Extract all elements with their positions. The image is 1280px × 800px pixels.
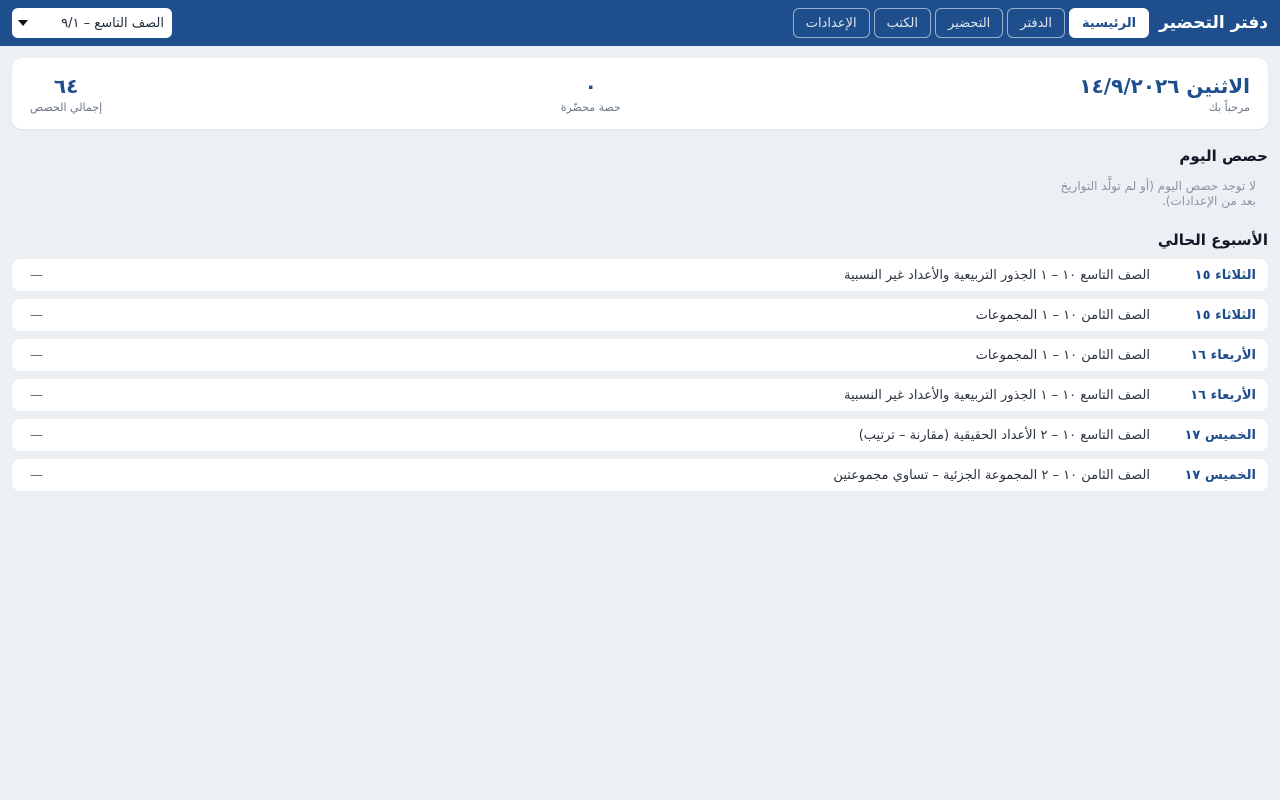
nav-books-button[interactable]: الكتب <box>873 8 932 38</box>
lesson-title: الصف الثامن ١٠ – ١ المجموعات <box>975 347 1150 363</box>
lesson-status: — <box>30 467 43 483</box>
lesson-title: الصف التاسع ١٠ – ١ الجذور التربيعية والأ… <box>843 387 1150 403</box>
greeting-text: مرحباً بك <box>1208 101 1250 114</box>
today-empty-message: لا توجد حصص اليوم (أو لم تولَّد التواريخ… <box>1060 179 1256 208</box>
lesson-title: الصف الثامن ١٠ – ١ المجموعات <box>975 307 1150 323</box>
week-list: الثلاثاء ١٥ الصف التاسع ١٠ – ١ الجذور ال… <box>12 259 1268 499</box>
list-item[interactable]: الثلاثاء ١٥ الصف الثامن ١٠ – ١ المجموعات… <box>12 299 1268 331</box>
greeting-block: الاثنين ١٤/٩/٢٠٢٦ مرحباً بك <box>1079 73 1250 114</box>
nav-settings-button[interactable]: الإعدادات <box>792 8 870 38</box>
lesson-status: — <box>30 307 43 323</box>
total-stat: ٦٤ إجمالي الحصص <box>30 73 102 114</box>
prepared-label: حصة محضّرة <box>560 101 621 114</box>
lesson-day: الخميس ١٧ <box>1184 467 1256 483</box>
total-label: إجمالي الحصص <box>30 101 103 114</box>
list-item[interactable]: الثلاثاء ١٥ الصف التاسع ١٠ – ١ الجذور ال… <box>12 259 1268 291</box>
lesson-status: — <box>30 387 43 403</box>
nav-preparation-button[interactable]: التحضير <box>935 8 1004 38</box>
lesson-day: الأربعاء ١٦ <box>1190 347 1256 363</box>
list-item[interactable]: الأربعاء ١٦ الصف التاسع ١٠ – ١ الجذور ال… <box>12 379 1268 411</box>
list-item[interactable]: الأربعاء ١٦ الصف الثامن ١٠ – ١ المجموعات… <box>12 339 1268 371</box>
lesson-title: الصف التاسع ١٠ – ١ الجذور التربيعية والأ… <box>843 267 1150 283</box>
app-title: دفتر التحضير <box>1159 13 1268 33</box>
prepared-count: ٠ <box>584 74 597 98</box>
list-item[interactable]: الخميس ١٧ الصف الثامن ١٠ – ٢ المجموعة ال… <box>12 459 1268 491</box>
nav-home-button[interactable]: الرئيسية <box>1069 8 1150 38</box>
lesson-day: الأربعاء ١٦ <box>1190 387 1256 403</box>
current-date: الاثنين ١٤/٩/٢٠٢٦ <box>1079 74 1250 98</box>
chevron-down-icon <box>18 20 28 26</box>
lesson-status: — <box>30 427 43 443</box>
class-select[interactable]: الصف التاسع – ٩/١ <box>12 8 172 38</box>
top-bar: دفتر التحضير الرئيسية الدفتر التحضير الك… <box>0 0 1280 46</box>
lesson-day: الخميس ١٧ <box>1184 427 1256 443</box>
prepared-stat: ٠ حصة محضّرة <box>561 73 621 114</box>
nav-notebook-button[interactable]: الدفتر <box>1007 8 1065 38</box>
summary-card: الاثنين ١٤/٩/٢٠٢٦ مرحباً بك ٠ حصة محضّرة… <box>12 58 1268 129</box>
total-count: ٦٤ <box>53 74 79 98</box>
lesson-status: — <box>30 267 43 283</box>
week-section-title: الأسبوع الحالي <box>1157 231 1268 249</box>
main-nav: الرئيسية الدفتر التحضير الكتب الإعدادات <box>792 8 1150 38</box>
today-section-title: حصص اليوم <box>1179 147 1268 165</box>
lesson-day: الثلاثاء ١٥ <box>1194 307 1256 323</box>
class-select-value: الصف التاسع – ٩/١ <box>61 15 164 31</box>
list-item[interactable]: الخميس ١٧ الصف التاسع ١٠ – ٢ الأعداد الح… <box>12 419 1268 451</box>
lesson-day: الثلاثاء ١٥ <box>1194 267 1256 283</box>
lesson-title: الصف الثامن ١٠ – ٢ المجموعة الجزئية – تس… <box>833 467 1150 483</box>
lesson-title: الصف التاسع ١٠ – ٢ الأعداد الحقيقية (مقا… <box>858 427 1150 443</box>
lesson-status: — <box>30 347 43 363</box>
